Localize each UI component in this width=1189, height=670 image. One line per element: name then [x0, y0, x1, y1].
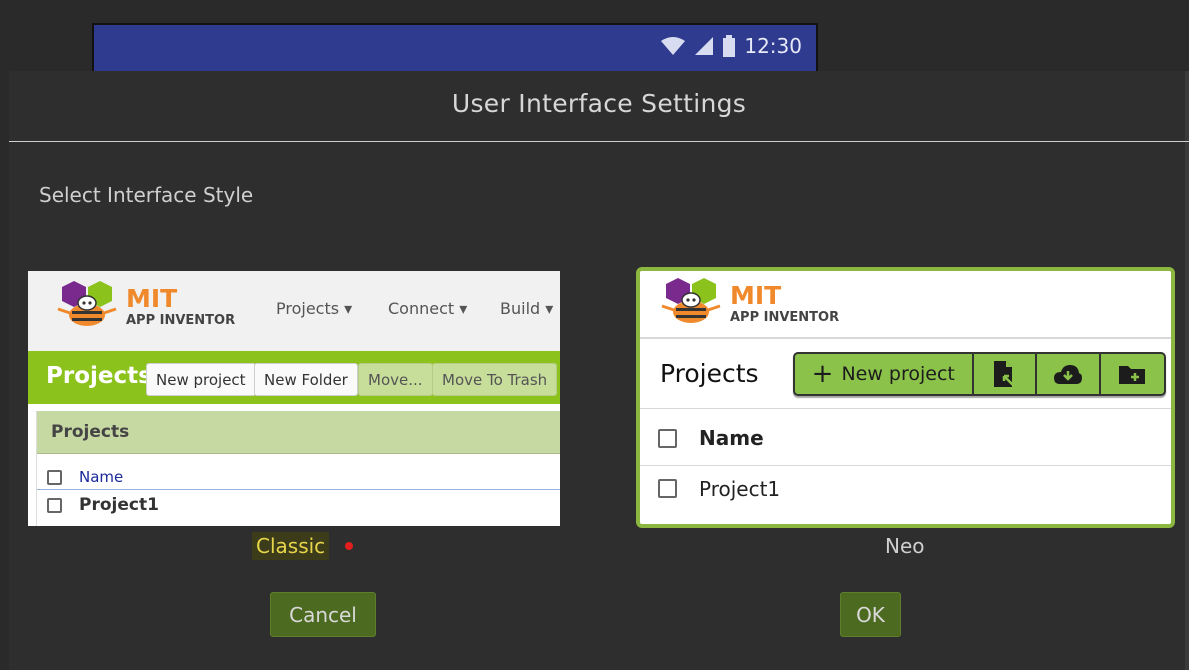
neo-projects-heading: Projects [660, 359, 759, 388]
neo-option-label[interactable]: Neo [885, 534, 925, 558]
neo-header: MIT APP INVENTOR [640, 271, 1171, 339]
file-import-icon [994, 361, 1015, 387]
status-time: 12:30 [744, 34, 802, 58]
neo-new-project-button: + New project [795, 354, 974, 394]
classic-new-folder-button: New Folder [254, 363, 358, 396]
scrollbar[interactable] [1185, 71, 1189, 670]
logo-subtitle: APP INVENTOR [126, 312, 236, 328]
folder-add-icon [1119, 366, 1146, 384]
battery-icon [723, 35, 736, 57]
bee-logo-icon [57, 281, 117, 326]
cloud-download-icon [1053, 365, 1082, 384]
checkbox [658, 429, 677, 448]
classic-panel-header: Projects [37, 411, 560, 454]
classic-header: MIT APP INVENTOR Projects ▾ Connect ▾ Bu… [28, 271, 560, 351]
dialog-title: User Interface Settings [451, 89, 747, 118]
checkbox [47, 470, 62, 485]
classic-menu-connect: Connect ▾ [388, 299, 468, 318]
checkbox [658, 479, 677, 498]
divider [640, 408, 1171, 409]
classic-menu-projects: Projects ▾ [276, 299, 353, 318]
classic-style-option[interactable]: MIT APP INVENTOR Projects ▾ Connect ▾ Bu… [28, 271, 560, 526]
ok-button[interactable]: OK [840, 592, 901, 637]
classic-menu-build: Build ▾ [500, 299, 554, 318]
plus-icon: + [811, 359, 834, 389]
classic-project-row: Project1 [79, 495, 159, 515]
logo-subtitle: APP INVENTOR [730, 309, 840, 325]
classic-move-button: Move... [358, 363, 433, 396]
cancel-button[interactable]: Cancel [270, 592, 376, 637]
logo-mit-text: MIT [730, 280, 782, 310]
status-icons: 12:30 [660, 34, 802, 58]
logo-mit-text: MIT [126, 283, 178, 313]
phone-status-bar: 12:30 [92, 23, 818, 71]
neo-style-option[interactable]: MIT APP INVENTOR Projects + New project … [636, 267, 1175, 528]
mit-app-inventor-logo: MIT APP INVENTOR [660, 274, 839, 332]
neo-toolbar: + New project [793, 352, 1166, 396]
dialog-subtitle: Select Interface Style [39, 183, 254, 207]
mit-app-inventor-logo: MIT APP INVENTOR [56, 277, 235, 335]
checkbox [47, 498, 62, 513]
classic-move-to-trash-button: Move To Trash [432, 363, 558, 396]
neo-download-button [1037, 354, 1101, 394]
title-divider [9, 141, 1189, 142]
divider [37, 489, 560, 490]
ui-settings-dialog: User Interface Settings Select Interface… [9, 71, 1189, 670]
signal-icon [695, 37, 714, 55]
classic-new-project-button: New project [146, 363, 256, 396]
classic-option-label[interactable]: Classic [252, 532, 330, 560]
selected-indicator-dot [345, 542, 353, 550]
neo-new-folder-button [1101, 354, 1164, 394]
classic-projects-heading: Projects [46, 363, 152, 389]
neo-name-column: Name [699, 426, 764, 450]
neo-project-row: Project1 [699, 477, 781, 501]
neo-import-project-button [974, 354, 1038, 394]
classic-project-list: Projects Name Project1 [36, 411, 560, 526]
bee-logo-icon [661, 278, 721, 323]
wifi-icon [661, 37, 686, 55]
classic-toolbar: Projects New project New Folder Move... … [28, 351, 560, 404]
divider [640, 465, 1171, 466]
classic-name-column: Name [79, 468, 124, 486]
